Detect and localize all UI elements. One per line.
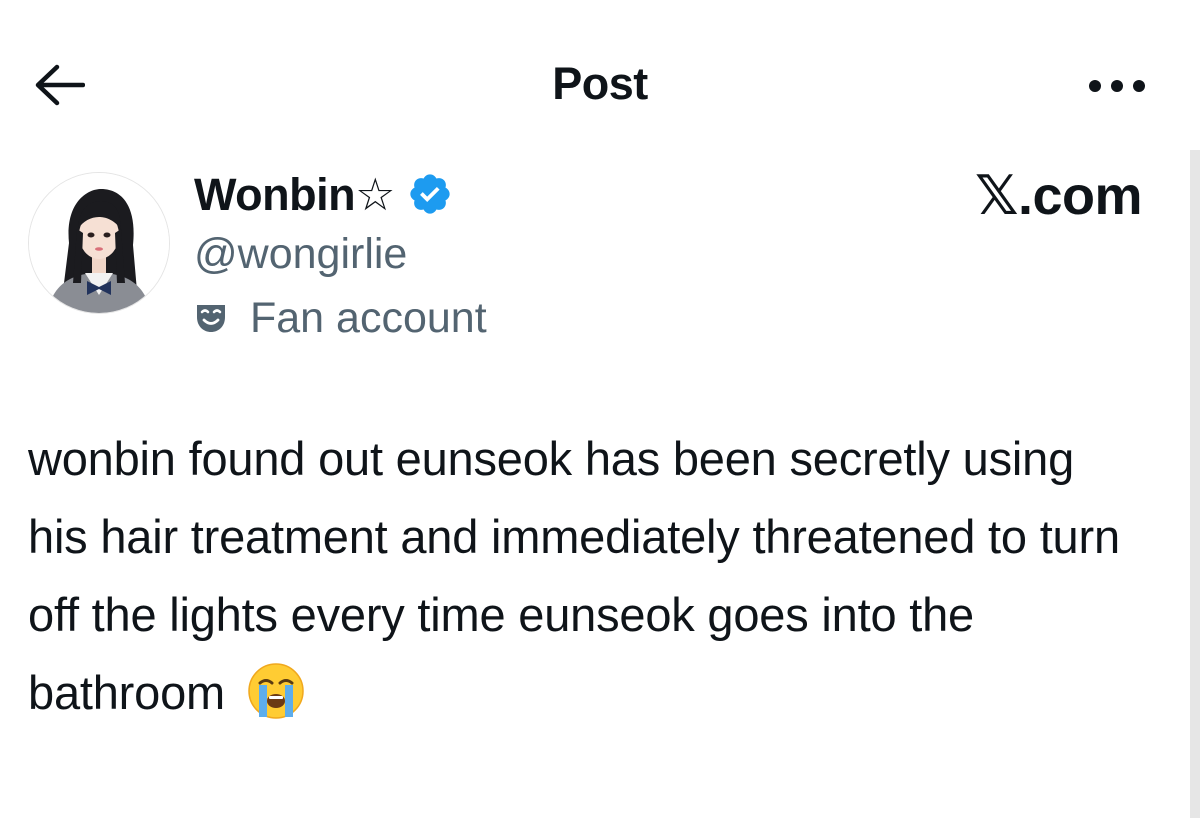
top-bar: Post (0, 0, 1200, 150)
page-title: Post (552, 58, 648, 109)
author-display-name[interactable]: Wonbin☆ (194, 168, 395, 221)
author-handle[interactable]: @wongirlie (194, 226, 487, 282)
verified-badge-icon[interactable] (407, 171, 453, 217)
account-label-text: Fan account (250, 293, 487, 342)
more-horizontal-icon (1089, 80, 1145, 92)
avatar-image (29, 173, 169, 313)
theater-mask-icon (194, 301, 228, 335)
post-text: wonbin found out eunseok has been secret… (28, 420, 1138, 732)
more-options-button[interactable] (1082, 66, 1152, 106)
post-body: wonbin found out eunseok has been secret… (28, 432, 1120, 719)
loudly-crying-face-emoji-icon (246, 661, 306, 721)
scrollbar[interactable] (1190, 150, 1200, 818)
author-avatar[interactable] (28, 172, 170, 314)
post-page: Post Wonbin☆ @wongirlie Fan account 𝕏.co… (0, 0, 1200, 818)
author-name-row[interactable]: Wonbin☆ (194, 166, 487, 222)
x-watermark: 𝕏.com (974, 166, 1143, 226)
account-label: Fan account (194, 290, 487, 346)
author-info: Wonbin☆ @wongirlie Fan account (194, 166, 487, 346)
